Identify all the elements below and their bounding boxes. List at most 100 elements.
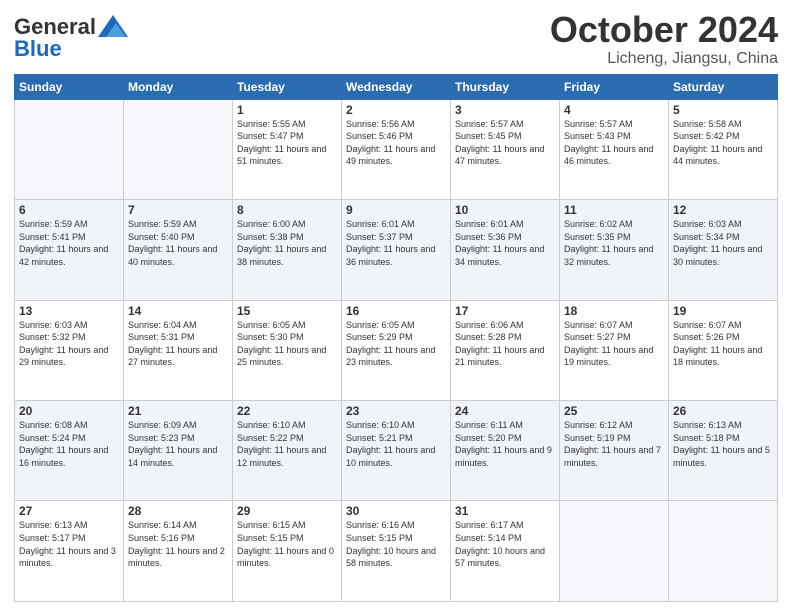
header-wednesday: Wednesday — [342, 74, 451, 99]
day-info: Sunrise: 5:59 AM Sunset: 5:41 PM Dayligh… — [19, 218, 119, 268]
day-info: Sunrise: 6:16 AM Sunset: 5:15 PM Dayligh… — [346, 519, 446, 569]
day-number: 28 — [128, 504, 228, 518]
month-title: October 2024 — [550, 10, 778, 50]
calendar-table: Sunday Monday Tuesday Wednesday Thursday… — [14, 74, 778, 602]
day-number: 4 — [564, 103, 664, 117]
day-number: 12 — [673, 203, 773, 217]
calendar-cell: 16Sunrise: 6:05 AM Sunset: 5:29 PM Dayli… — [342, 300, 451, 400]
calendar-cell: 21Sunrise: 6:09 AM Sunset: 5:23 PM Dayli… — [124, 401, 233, 501]
day-info: Sunrise: 6:01 AM Sunset: 5:36 PM Dayligh… — [455, 218, 555, 268]
day-info: Sunrise: 6:00 AM Sunset: 5:38 PM Dayligh… — [237, 218, 337, 268]
logo-icon — [98, 15, 128, 37]
calendar-cell: 26Sunrise: 6:13 AM Sunset: 5:18 PM Dayli… — [669, 401, 778, 501]
location: Licheng, Jiangsu, China — [550, 50, 778, 68]
day-number: 7 — [128, 203, 228, 217]
day-info: Sunrise: 6:09 AM Sunset: 5:23 PM Dayligh… — [128, 419, 228, 469]
calendar-week-row: 6Sunrise: 5:59 AM Sunset: 5:41 PM Daylig… — [15, 200, 778, 300]
calendar-cell — [15, 99, 124, 199]
day-number: 1 — [237, 103, 337, 117]
day-number: 17 — [455, 304, 555, 318]
calendar-cell: 23Sunrise: 6:10 AM Sunset: 5:21 PM Dayli… — [342, 401, 451, 501]
day-info: Sunrise: 5:55 AM Sunset: 5:47 PM Dayligh… — [237, 118, 337, 168]
day-number: 11 — [564, 203, 664, 217]
header-friday: Friday — [560, 74, 669, 99]
calendar-cell: 28Sunrise: 6:14 AM Sunset: 5:16 PM Dayli… — [124, 501, 233, 602]
day-info: Sunrise: 6:05 AM Sunset: 5:30 PM Dayligh… — [237, 319, 337, 369]
calendar-week-row: 1Sunrise: 5:55 AM Sunset: 5:47 PM Daylig… — [15, 99, 778, 199]
day-number: 3 — [455, 103, 555, 117]
day-info: Sunrise: 6:01 AM Sunset: 5:37 PM Dayligh… — [346, 218, 446, 268]
day-number: 21 — [128, 404, 228, 418]
calendar-cell: 19Sunrise: 6:07 AM Sunset: 5:26 PM Dayli… — [669, 300, 778, 400]
day-info: Sunrise: 6:06 AM Sunset: 5:28 PM Dayligh… — [455, 319, 555, 369]
logo-blue: Blue — [14, 36, 62, 62]
day-info: Sunrise: 6:03 AM Sunset: 5:32 PM Dayligh… — [19, 319, 119, 369]
day-number: 29 — [237, 504, 337, 518]
page: General Blue October 2024 Licheng, Jiang… — [0, 0, 792, 612]
calendar-week-row: 27Sunrise: 6:13 AM Sunset: 5:17 PM Dayli… — [15, 501, 778, 602]
calendar-week-row: 13Sunrise: 6:03 AM Sunset: 5:32 PM Dayli… — [15, 300, 778, 400]
day-number: 26 — [673, 404, 773, 418]
calendar-cell: 10Sunrise: 6:01 AM Sunset: 5:36 PM Dayli… — [451, 200, 560, 300]
day-info: Sunrise: 6:08 AM Sunset: 5:24 PM Dayligh… — [19, 419, 119, 469]
calendar-cell: 25Sunrise: 6:12 AM Sunset: 5:19 PM Dayli… — [560, 401, 669, 501]
day-info: Sunrise: 6:07 AM Sunset: 5:26 PM Dayligh… — [673, 319, 773, 369]
logo-text: General Blue — [14, 14, 128, 62]
calendar-cell: 3Sunrise: 5:57 AM Sunset: 5:45 PM Daylig… — [451, 99, 560, 199]
title-block: October 2024 Licheng, Jiangsu, China — [550, 10, 778, 68]
day-number: 22 — [237, 404, 337, 418]
calendar-cell: 20Sunrise: 6:08 AM Sunset: 5:24 PM Dayli… — [15, 401, 124, 501]
calendar-cell: 14Sunrise: 6:04 AM Sunset: 5:31 PM Dayli… — [124, 300, 233, 400]
calendar-cell — [560, 501, 669, 602]
calendar-cell: 8Sunrise: 6:00 AM Sunset: 5:38 PM Daylig… — [233, 200, 342, 300]
day-info: Sunrise: 6:05 AM Sunset: 5:29 PM Dayligh… — [346, 319, 446, 369]
calendar-cell: 7Sunrise: 5:59 AM Sunset: 5:40 PM Daylig… — [124, 200, 233, 300]
weekday-header-row: Sunday Monday Tuesday Wednesday Thursday… — [15, 74, 778, 99]
calendar-cell: 15Sunrise: 6:05 AM Sunset: 5:30 PM Dayli… — [233, 300, 342, 400]
day-number: 14 — [128, 304, 228, 318]
day-info: Sunrise: 5:57 AM Sunset: 5:43 PM Dayligh… — [564, 118, 664, 168]
day-number: 15 — [237, 304, 337, 318]
day-number: 31 — [455, 504, 555, 518]
calendar-cell: 18Sunrise: 6:07 AM Sunset: 5:27 PM Dayli… — [560, 300, 669, 400]
day-info: Sunrise: 6:13 AM Sunset: 5:17 PM Dayligh… — [19, 519, 119, 569]
calendar-cell: 22Sunrise: 6:10 AM Sunset: 5:22 PM Dayli… — [233, 401, 342, 501]
calendar-cell: 13Sunrise: 6:03 AM Sunset: 5:32 PM Dayli… — [15, 300, 124, 400]
day-info: Sunrise: 6:02 AM Sunset: 5:35 PM Dayligh… — [564, 218, 664, 268]
day-info: Sunrise: 6:15 AM Sunset: 5:15 PM Dayligh… — [237, 519, 337, 569]
day-number: 30 — [346, 504, 446, 518]
calendar-cell: 31Sunrise: 6:17 AM Sunset: 5:14 PM Dayli… — [451, 501, 560, 602]
day-info: Sunrise: 5:59 AM Sunset: 5:40 PM Dayligh… — [128, 218, 228, 268]
calendar-cell: 2Sunrise: 5:56 AM Sunset: 5:46 PM Daylig… — [342, 99, 451, 199]
calendar-cell: 11Sunrise: 6:02 AM Sunset: 5:35 PM Dayli… — [560, 200, 669, 300]
day-number: 25 — [564, 404, 664, 418]
day-info: Sunrise: 6:07 AM Sunset: 5:27 PM Dayligh… — [564, 319, 664, 369]
day-info: Sunrise: 6:10 AM Sunset: 5:21 PM Dayligh… — [346, 419, 446, 469]
day-number: 10 — [455, 203, 555, 217]
calendar-cell: 6Sunrise: 5:59 AM Sunset: 5:41 PM Daylig… — [15, 200, 124, 300]
day-info: Sunrise: 6:17 AM Sunset: 5:14 PM Dayligh… — [455, 519, 555, 569]
day-info: Sunrise: 5:56 AM Sunset: 5:46 PM Dayligh… — [346, 118, 446, 168]
day-info: Sunrise: 6:14 AM Sunset: 5:16 PM Dayligh… — [128, 519, 228, 569]
header-saturday: Saturday — [669, 74, 778, 99]
day-number: 19 — [673, 304, 773, 318]
day-info: Sunrise: 6:04 AM Sunset: 5:31 PM Dayligh… — [128, 319, 228, 369]
calendar-cell: 30Sunrise: 6:16 AM Sunset: 5:15 PM Dayli… — [342, 501, 451, 602]
day-number: 8 — [237, 203, 337, 217]
calendar-cell: 5Sunrise: 5:58 AM Sunset: 5:42 PM Daylig… — [669, 99, 778, 199]
header-tuesday: Tuesday — [233, 74, 342, 99]
calendar-cell: 12Sunrise: 6:03 AM Sunset: 5:34 PM Dayli… — [669, 200, 778, 300]
day-number: 5 — [673, 103, 773, 117]
header-thursday: Thursday — [451, 74, 560, 99]
day-number: 6 — [19, 203, 119, 217]
calendar-cell: 24Sunrise: 6:11 AM Sunset: 5:20 PM Dayli… — [451, 401, 560, 501]
day-info: Sunrise: 6:11 AM Sunset: 5:20 PM Dayligh… — [455, 419, 555, 469]
day-number: 20 — [19, 404, 119, 418]
day-number: 27 — [19, 504, 119, 518]
day-number: 18 — [564, 304, 664, 318]
calendar-cell: 9Sunrise: 6:01 AM Sunset: 5:37 PM Daylig… — [342, 200, 451, 300]
header-sunday: Sunday — [15, 74, 124, 99]
day-info: Sunrise: 5:57 AM Sunset: 5:45 PM Dayligh… — [455, 118, 555, 168]
logo: General Blue — [14, 14, 128, 62]
day-info: Sunrise: 6:03 AM Sunset: 5:34 PM Dayligh… — [673, 218, 773, 268]
